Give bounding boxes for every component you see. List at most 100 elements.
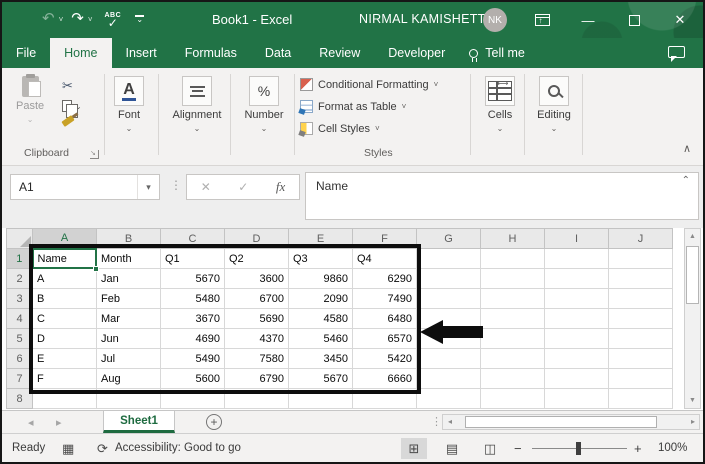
- cell-f1[interactable]: Q4: [352, 248, 417, 269]
- cell-h6[interactable]: [480, 348, 545, 369]
- number-group-button[interactable]: % Number ⌄: [240, 76, 288, 133]
- cell-h4[interactable]: [480, 308, 545, 329]
- tab-insert[interactable]: Insert: [112, 38, 171, 68]
- cell-d8[interactable]: [224, 388, 289, 409]
- cell-g2[interactable]: [416, 268, 481, 289]
- macro-record-icon[interactable]: ▦: [62, 441, 74, 457]
- cell-c4[interactable]: 3670: [160, 308, 225, 329]
- horizontal-scroll-thumb[interactable]: [465, 416, 657, 428]
- tab-bar-resize-handle[interactable]: ⋮: [431, 415, 442, 428]
- cell-b3[interactable]: Feb: [96, 288, 161, 309]
- column-header-b[interactable]: B: [96, 228, 161, 249]
- cell-i2[interactable]: [544, 268, 609, 289]
- minimize-button[interactable]: —: [565, 2, 611, 38]
- scroll-left-icon[interactable]: ◂: [448, 417, 452, 426]
- cell-h5[interactable]: [480, 328, 545, 349]
- cell-e2[interactable]: 9860: [288, 268, 353, 289]
- cell-styles-button[interactable]: Cell Styles ˅: [300, 122, 380, 135]
- cell-i8[interactable]: [544, 388, 609, 409]
- conditional-formatting-button[interactable]: Conditional Formatting ˅: [300, 78, 438, 91]
- avatar[interactable]: NK: [483, 8, 507, 32]
- scroll-down-icon[interactable]: ▼: [685, 397, 700, 404]
- editing-group-button[interactable]: Editing ⌄: [532, 76, 576, 133]
- zoom-in-icon[interactable]: +: [634, 441, 642, 456]
- page-break-view-button[interactable]: ◫: [477, 438, 503, 459]
- maximize-button[interactable]: [611, 2, 657, 38]
- vertical-scroll-thumb[interactable]: [686, 246, 699, 304]
- tab-developer[interactable]: Developer: [374, 38, 459, 68]
- cell-f5[interactable]: 6570: [352, 328, 417, 349]
- cell-d4[interactable]: 5690: [224, 308, 289, 329]
- cell-d1[interactable]: Q2: [224, 248, 289, 269]
- cell-j3[interactable]: [608, 288, 673, 309]
- cell-j1[interactable]: [608, 248, 673, 269]
- cell-h8[interactable]: [480, 388, 545, 409]
- cell-a7[interactable]: F: [32, 368, 97, 389]
- cell-e3[interactable]: 2090: [288, 288, 353, 309]
- cell-c1[interactable]: Q1: [160, 248, 225, 269]
- cell-a5[interactable]: D: [32, 328, 97, 349]
- vertical-scrollbar[interactable]: ▲ ▼: [684, 228, 701, 409]
- column-header-c[interactable]: C: [160, 228, 225, 249]
- cell-d2[interactable]: 3600: [224, 268, 289, 289]
- cell-b2[interactable]: Jan: [96, 268, 161, 289]
- font-group-button[interactable]: A Font ⌄: [114, 76, 144, 133]
- cell-e1[interactable]: Q3: [288, 248, 353, 269]
- cell-b4[interactable]: Mar: [96, 308, 161, 329]
- cell-j8[interactable]: [608, 388, 673, 409]
- cell-j2[interactable]: [608, 268, 673, 289]
- cell-b1[interactable]: Month: [96, 248, 161, 269]
- tab-file[interactable]: File: [2, 38, 50, 68]
- redo-icon[interactable]: ↷: [71, 9, 84, 29]
- cell-i3[interactable]: [544, 288, 609, 309]
- format-as-table-button[interactable]: Format as Table ˅: [300, 100, 406, 113]
- cell-j7[interactable]: [608, 368, 673, 389]
- cell-e7[interactable]: 5670: [288, 368, 353, 389]
- cells-group-button[interactable]: ⟷ Cells ⌄: [480, 76, 520, 133]
- row-header-8[interactable]: 8: [6, 388, 33, 409]
- scroll-right-icon[interactable]: ▸: [691, 417, 695, 426]
- cell-a4[interactable]: C: [32, 308, 97, 329]
- cell-g3[interactable]: [416, 288, 481, 309]
- clipboard-dialog-launcher-icon[interactable]: ↘: [90, 150, 99, 159]
- cell-a3[interactable]: B: [32, 288, 97, 309]
- cell-c6[interactable]: 5490: [160, 348, 225, 369]
- cell-e5[interactable]: 5460: [288, 328, 353, 349]
- zoom-out-icon[interactable]: −: [514, 441, 522, 456]
- accessibility-status-label[interactable]: Accessibility: Good to go: [115, 442, 241, 454]
- sheet-tab-sheet1[interactable]: Sheet1: [103, 411, 175, 433]
- redo-chevron-icon[interactable]: ˅: [88, 15, 93, 24]
- account-name[interactable]: NIRMAL KAMISHETTY: [359, 12, 494, 26]
- cell-f3[interactable]: 7490: [352, 288, 417, 309]
- name-box-dropdown-icon[interactable]: ▾: [137, 175, 159, 199]
- row-header-2[interactable]: 2: [6, 268, 33, 289]
- cell-d6[interactable]: 7580: [224, 348, 289, 369]
- cell-i6[interactable]: [544, 348, 609, 369]
- row-header-5[interactable]: 5: [6, 328, 33, 349]
- cell-g1[interactable]: [416, 248, 481, 269]
- normal-view-button[interactable]: ⊞: [401, 438, 427, 459]
- insert-function-icon[interactable]: fx: [276, 179, 285, 195]
- cell-d5[interactable]: 4370: [224, 328, 289, 349]
- cell-f6[interactable]: 5420: [352, 348, 417, 369]
- add-sheet-button[interactable]: +: [206, 414, 222, 430]
- cell-a6[interactable]: E: [32, 348, 97, 369]
- cell-a8[interactable]: [32, 388, 97, 409]
- row-header-7[interactable]: 7: [6, 368, 33, 389]
- cell-h3[interactable]: [480, 288, 545, 309]
- tab-review[interactable]: Review: [305, 38, 374, 68]
- undo-chevron-icon[interactable]: ˅: [59, 15, 64, 24]
- cell-f8[interactable]: [352, 388, 417, 409]
- formula-bar-expand-icon[interactable]: ⌃: [682, 175, 690, 186]
- cell-c3[interactable]: 5480: [160, 288, 225, 309]
- cell-e4[interactable]: 4580: [288, 308, 353, 329]
- page-layout-view-button[interactable]: ▤: [439, 438, 465, 459]
- row-header-6[interactable]: 6: [6, 348, 33, 369]
- row-header-1[interactable]: 1: [6, 248, 34, 269]
- cell-i4[interactable]: [544, 308, 609, 329]
- spellcheck-icon[interactable]: ABC ✓: [105, 12, 122, 29]
- cell-d7[interactable]: 6790: [224, 368, 289, 389]
- column-header-g[interactable]: G: [416, 228, 481, 249]
- select-all-corner[interactable]: [6, 228, 33, 249]
- cell-e8[interactable]: [288, 388, 353, 409]
